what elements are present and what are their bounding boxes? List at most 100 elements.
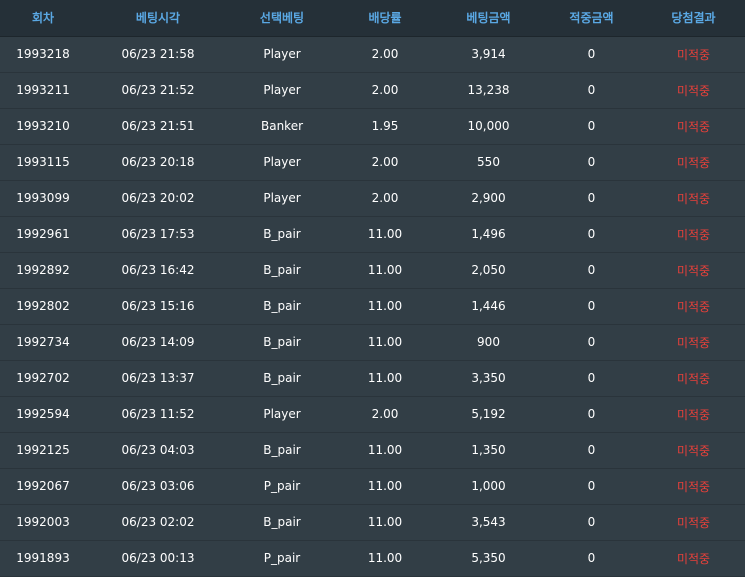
table-row: 1992702 06/23 13:37 B_pair 11.00 3,350 0 미적중 (0, 359, 745, 397)
cell-bet-time: 06/23 14:09 (86, 323, 230, 361)
cell-result: 미적중 (642, 71, 745, 109)
cell-round: 1992067 (0, 467, 86, 505)
cell-bet-time: 06/23 20:02 (86, 179, 230, 217)
table-row: 1992892 06/23 16:42 B_pair 11.00 2,050 0 미적중 (0, 251, 745, 289)
cell-bet-time: 06/23 11:52 (86, 395, 230, 433)
table-row: 1992003 06/23 02:02 B_pair 11.00 3,543 0 미적중 (0, 503, 745, 541)
cell-selected-bet: P_pair (230, 467, 334, 505)
cell-selected-bet: B_pair (230, 251, 334, 289)
cell-odds: 2.00 (334, 71, 436, 109)
cell-bet-time: 06/23 16:42 (86, 251, 230, 289)
table-row: 1993211 06/23 21:52 Player 2.00 13,238 0 미적중 (0, 71, 745, 109)
cell-selected-bet: B_pair (230, 323, 334, 361)
cell-result: 미적중 (642, 359, 745, 397)
cell-win-amount: 0 (541, 35, 642, 73)
cell-bet-amount: 3,350 (436, 359, 541, 397)
cell-selected-bet: Player (230, 395, 334, 433)
cell-round: 1992892 (0, 251, 86, 289)
cell-selected-bet: Player (230, 179, 334, 217)
cell-selected-bet: Player (230, 35, 334, 73)
cell-odds: 11.00 (334, 215, 436, 253)
cell-bet-time: 06/23 04:03 (86, 431, 230, 469)
cell-round: 1993099 (0, 179, 86, 217)
cell-odds: 11.00 (334, 539, 436, 577)
table-row: 1993115 06/23 20:18 Player 2.00 550 0 미적중 (0, 143, 745, 181)
header-selected-bet: 선택베팅 (230, 0, 334, 37)
cell-odds: 2.00 (334, 35, 436, 73)
cell-round: 1993210 (0, 107, 86, 145)
cell-bet-amount: 550 (436, 143, 541, 181)
cell-win-amount: 0 (541, 503, 642, 541)
cell-win-amount: 0 (541, 395, 642, 433)
cell-round: 1992961 (0, 215, 86, 253)
cell-win-amount: 0 (541, 323, 642, 361)
cell-win-amount: 0 (541, 539, 642, 577)
cell-selected-bet: Banker (230, 107, 334, 145)
header-row: 회차 베팅시각 선택베팅 배당률 베팅금액 적중금액 당첨결과 (0, 0, 745, 37)
table-header: 회차 베팅시각 선택베팅 배당률 베팅금액 적중금액 당첨결과 (0, 0, 745, 37)
cell-odds: 11.00 (334, 287, 436, 325)
cell-result: 미적중 (642, 35, 745, 73)
cell-bet-time: 06/23 15:16 (86, 287, 230, 325)
cell-odds: 11.00 (334, 251, 436, 289)
cell-bet-amount: 3,543 (436, 503, 541, 541)
cell-bet-amount: 2,900 (436, 179, 541, 217)
table-row: 1993210 06/23 21:51 Banker 1.95 10,000 0 미적중 (0, 107, 745, 145)
cell-round: 1993211 (0, 71, 86, 109)
cell-bet-amount: 13,238 (436, 71, 541, 109)
table-row: 1992594 06/23 11:52 Player 2.00 5,192 0 미적중 (0, 395, 745, 433)
cell-win-amount: 0 (541, 467, 642, 505)
cell-round: 1992802 (0, 287, 86, 325)
cell-selected-bet: Player (230, 71, 334, 109)
cell-selected-bet: B_pair (230, 287, 334, 325)
table-row: 1992802 06/23 15:16 B_pair 11.00 1,446 0 미적중 (0, 287, 745, 325)
cell-round: 1992125 (0, 431, 86, 469)
cell-win-amount: 0 (541, 71, 642, 109)
cell-round: 1993218 (0, 35, 86, 73)
cell-odds: 2.00 (334, 143, 436, 181)
cell-result: 미적중 (642, 503, 745, 541)
cell-round: 1993115 (0, 143, 86, 181)
cell-result: 미적중 (642, 539, 745, 577)
cell-result: 미적중 (642, 251, 745, 289)
cell-result: 미적중 (642, 179, 745, 217)
cell-odds: 11.00 (334, 359, 436, 397)
header-bet-amount: 베팅금액 (436, 0, 541, 37)
cell-bet-time: 06/23 20:18 (86, 143, 230, 181)
cell-odds: 11.00 (334, 503, 436, 541)
cell-bet-time: 06/23 03:06 (86, 467, 230, 505)
cell-bet-amount: 1,446 (436, 287, 541, 325)
cell-odds: 2.00 (334, 395, 436, 433)
cell-bet-amount: 5,192 (436, 395, 541, 433)
cell-bet-time: 06/23 00:13 (86, 539, 230, 577)
cell-bet-time: 06/23 17:53 (86, 215, 230, 253)
cell-selected-bet: P_pair (230, 539, 334, 577)
cell-bet-time: 06/23 21:58 (86, 35, 230, 73)
cell-result: 미적중 (642, 323, 745, 361)
cell-bet-time: 06/23 02:02 (86, 503, 230, 541)
header-odds: 배당률 (334, 0, 436, 37)
cell-win-amount: 0 (541, 179, 642, 217)
cell-selected-bet: B_pair (230, 503, 334, 541)
cell-result: 미적중 (642, 431, 745, 469)
cell-result: 미적중 (642, 287, 745, 325)
cell-round: 1992702 (0, 359, 86, 397)
cell-win-amount: 0 (541, 107, 642, 145)
cell-odds: 2.00 (334, 179, 436, 217)
cell-bet-amount: 1,496 (436, 215, 541, 253)
cell-result: 미적중 (642, 215, 745, 253)
cell-round: 1992003 (0, 503, 86, 541)
table-body: 1993218 06/23 21:58 Player 2.00 3,914 0 미적중 199… (0, 35, 745, 577)
cell-bet-time: 06/23 21:51 (86, 107, 230, 145)
cell-selected-bet: Player (230, 143, 334, 181)
cell-bet-amount: 1,000 (436, 467, 541, 505)
cell-selected-bet: B_pair (230, 431, 334, 469)
cell-win-amount: 0 (541, 251, 642, 289)
cell-bet-time: 06/23 13:37 (86, 359, 230, 397)
cell-result: 미적중 (642, 395, 745, 433)
cell-win-amount: 0 (541, 215, 642, 253)
cell-odds: 11.00 (334, 467, 436, 505)
cell-bet-amount: 10,000 (436, 107, 541, 145)
cell-bet-time: 06/23 21:52 (86, 71, 230, 109)
table-row: 1993099 06/23 20:02 Player 2.00 2,900 0 미적중 (0, 179, 745, 217)
